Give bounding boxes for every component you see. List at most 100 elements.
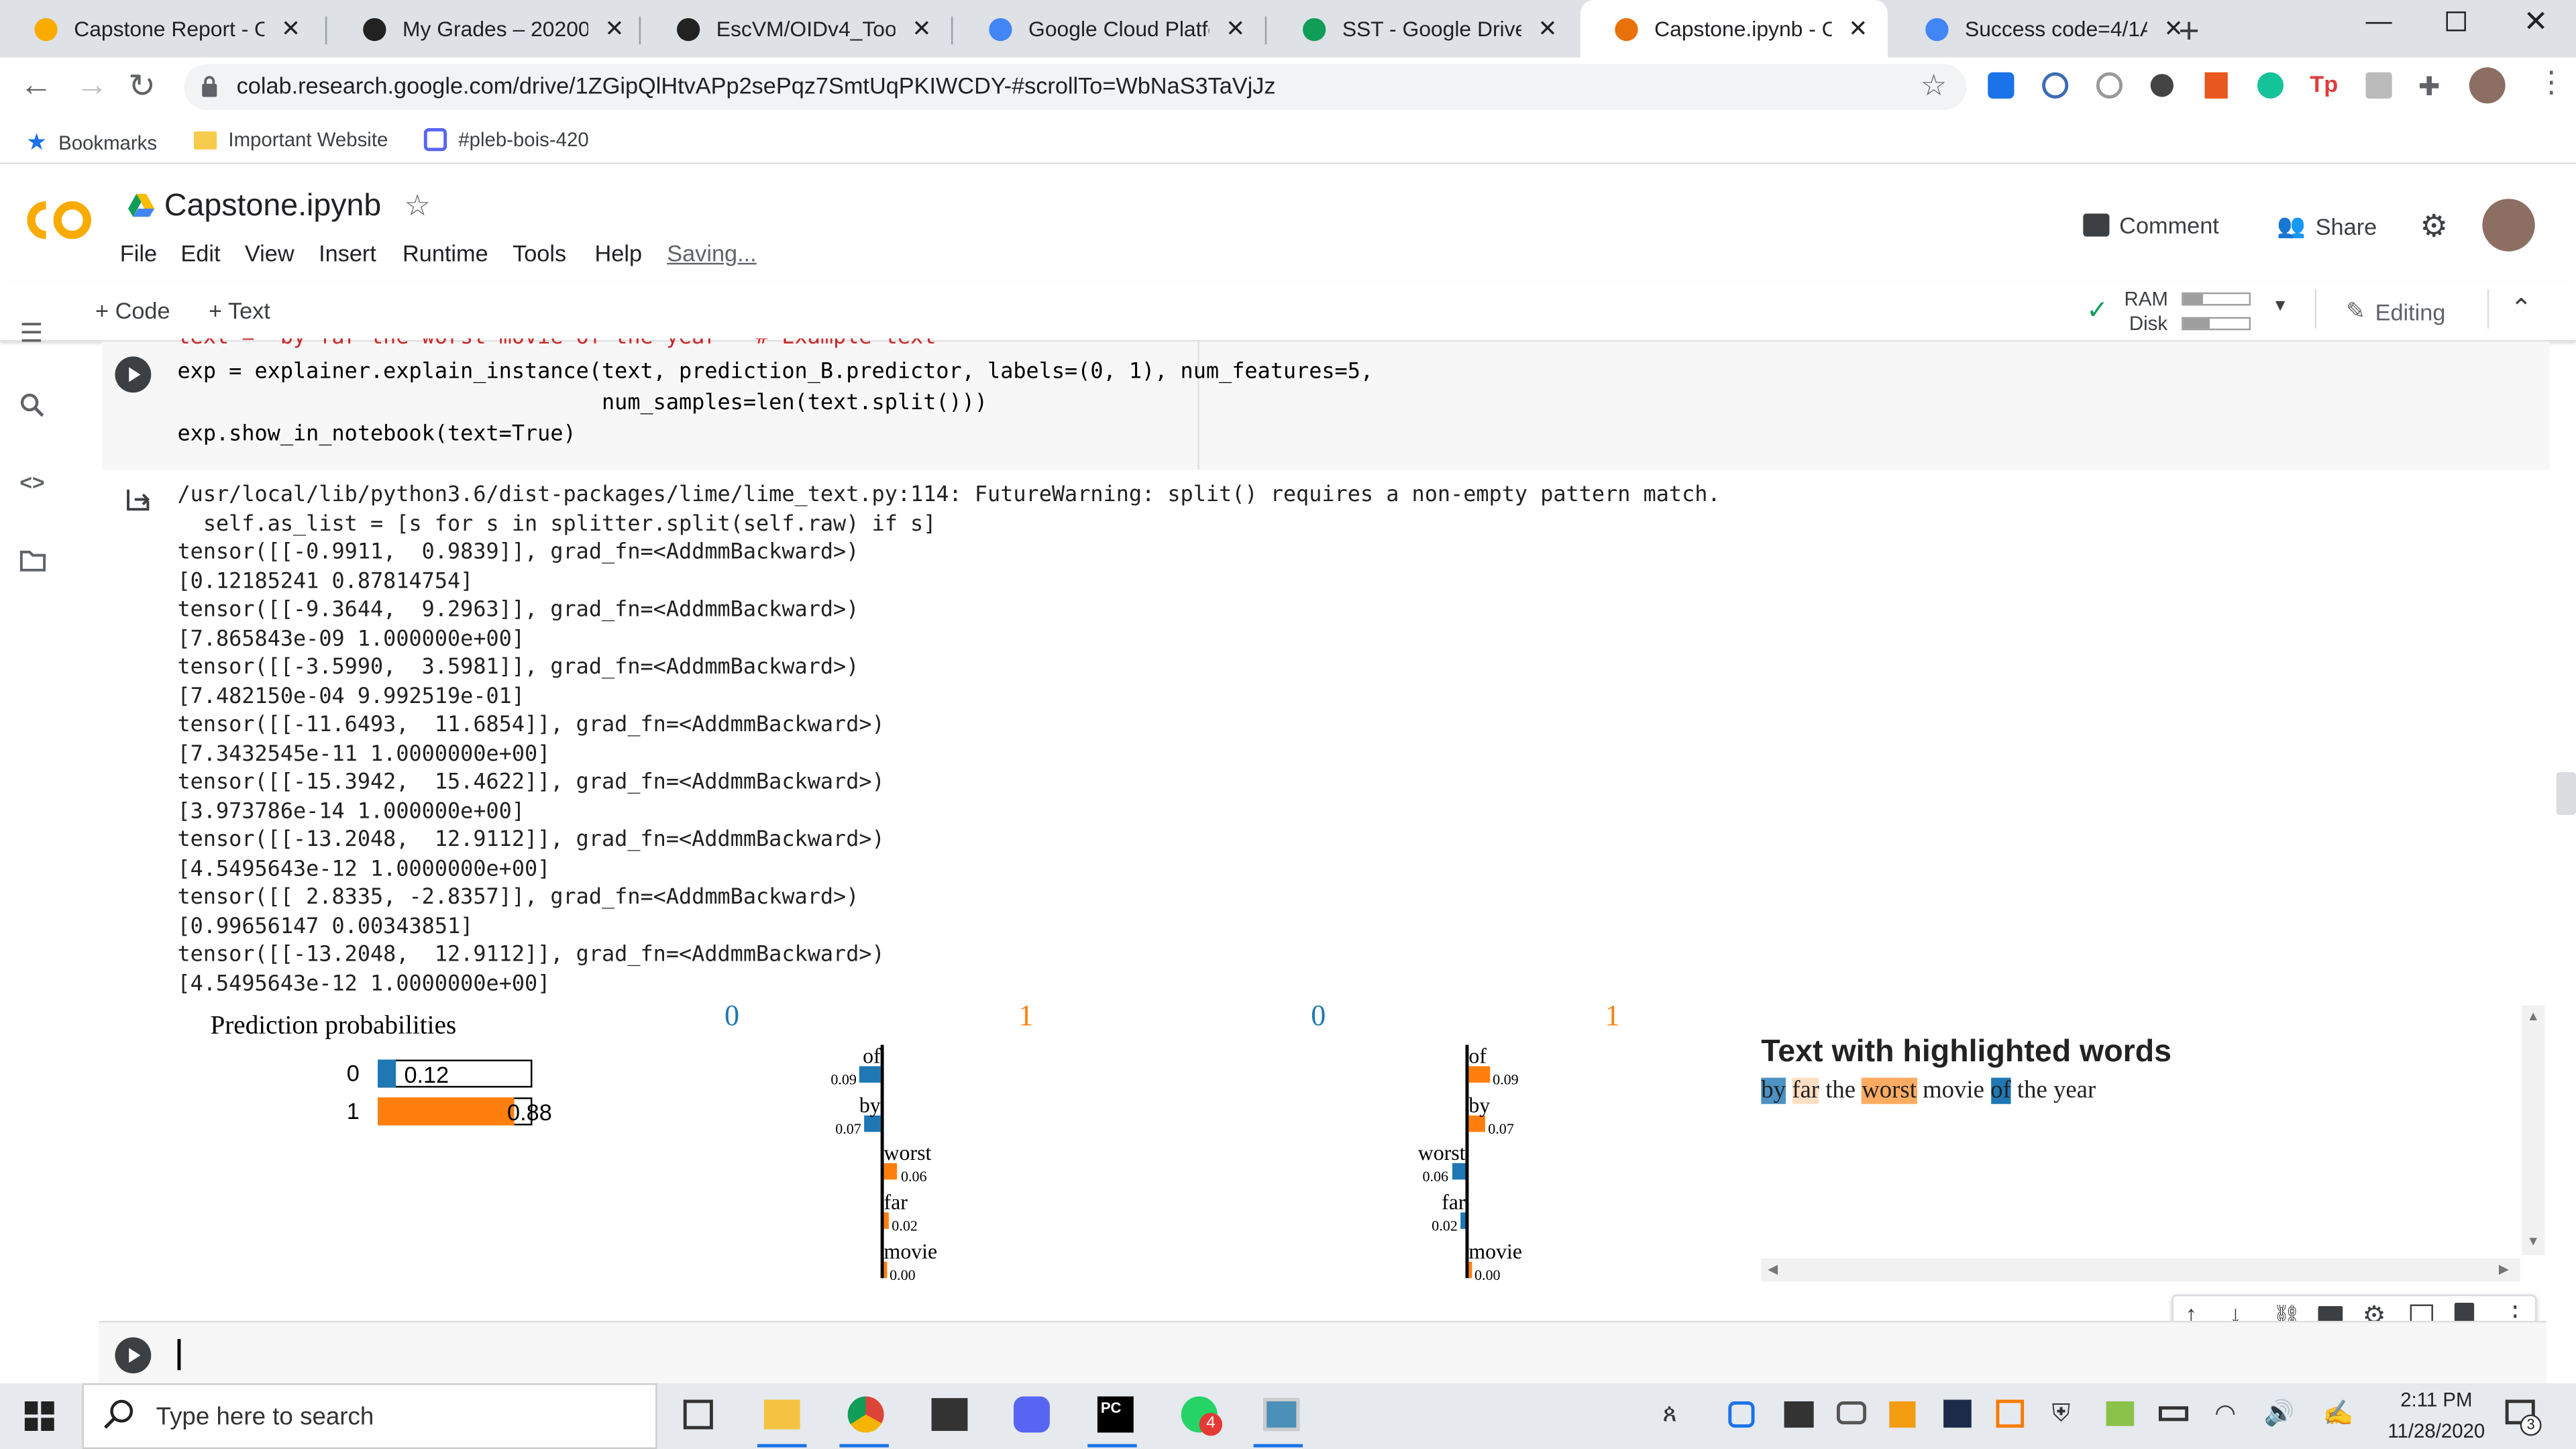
wifi-icon[interactable]: ◠: [2214, 1398, 2236, 1428]
menu-edit[interactable]: Edit: [180, 240, 220, 266]
scroll-left-arrow-icon[interactable]: ◀: [1768, 1262, 1778, 1277]
tab-1[interactable]: Capstone Report - Onli ✕: [0, 0, 321, 58]
tab-5[interactable]: SST - Google Drive ✕: [1269, 0, 1577, 58]
ram-meter[interactable]: [2182, 292, 2251, 306]
scroll-right-arrow-icon[interactable]: ▶: [2499, 1262, 2509, 1277]
tab-close-icon[interactable]: ✕: [1222, 15, 1248, 43]
active-app-indicator: [757, 1444, 807, 1448]
tray-app-icon-4[interactable]: [1996, 1399, 2025, 1428]
add-text-button[interactable]: + Text: [209, 297, 270, 323]
files-folder-icon[interactable]: [19, 549, 49, 578]
editing-mode-button[interactable]: ✎ Editing: [2346, 297, 2445, 325]
tab-close-icon[interactable]: ✕: [601, 15, 627, 43]
settings-gear-icon[interactable]: ⚙: [2420, 209, 2448, 246]
task-view-icon[interactable]: [683, 1399, 713, 1430]
extension-tp-icon[interactable]: Tp: [2310, 70, 2338, 97]
colab-logo-icon[interactable]: [23, 195, 95, 244]
scroll-down-arrow-icon[interactable]: ▼: [2527, 1234, 2540, 1248]
file-explorer-icon[interactable]: [763, 1399, 800, 1430]
tray-app-icon-3[interactable]: [1943, 1399, 1972, 1428]
clock-date[interactable]: 11/28/2020: [2372, 1419, 2500, 1442]
extension-circle-icon[interactable]: [2150, 74, 2174, 97]
star-notebook-icon[interactable]: ☆: [404, 189, 431, 223]
page-scrollbar-thumb[interactable]: [2556, 772, 2576, 815]
pycharm-taskbar-icon[interactable]: PC: [1097, 1396, 1134, 1433]
output-horizontal-scrollbar[interactable]: [1761, 1258, 2520, 1282]
disk-meter[interactable]: [2182, 317, 2251, 331]
collapse-header-icon[interactable]: ⌃: [2510, 292, 2532, 325]
chrome-menu-icon[interactable]: ⋮: [2536, 66, 2566, 100]
extension-honey-icon[interactable]: [2204, 72, 2228, 99]
nvidia-tray-icon[interactable]: [1784, 1401, 1814, 1428]
notebook-title[interactable]: Capstone.ipynb: [164, 189, 381, 225]
output-vertical-scrollbar[interactable]: [2522, 1005, 2545, 1256]
tray-app-icon-1[interactable]: [1728, 1401, 1755, 1428]
extension-block-icon[interactable]: [2042, 72, 2069, 99]
photos-taskbar-icon[interactable]: [1263, 1398, 1300, 1432]
run-new-cell-button[interactable]: [115, 1337, 152, 1374]
gamepad-tray-icon[interactable]: [1836, 1401, 1867, 1425]
new-code-cell[interactable]: [98, 1320, 2546, 1384]
reload-button[interactable]: ↻: [128, 66, 156, 107]
menu-file[interactable]: File: [120, 240, 157, 266]
code-snippets-icon[interactable]: <>: [19, 470, 49, 499]
bookmark-item-pleb[interactable]: #pleb-bois-420: [423, 128, 589, 152]
search-icon[interactable]: [19, 392, 49, 422]
extension-gray-icon[interactable]: [2365, 72, 2392, 99]
pen-tray-icon[interactable]: ✍: [2323, 1398, 2354, 1428]
bookmark-item-important[interactable]: Important Website: [193, 128, 388, 151]
clock-time[interactable]: 2:11 PM: [2379, 1388, 2493, 1411]
windows-start-icon[interactable]: [24, 1401, 54, 1432]
profile-avatar[interactable]: [2469, 67, 2506, 104]
close-window-button[interactable]: ✕: [2524, 5, 2548, 39]
tab-6[interactable]: Capstone.ipynb - Colab ✕: [1580, 0, 1888, 58]
people-tray-icon[interactable]: ጰ: [1662, 1400, 1677, 1428]
runtime-dropdown-icon[interactable]: ▼: [2272, 297, 2288, 315]
comment-button[interactable]: Comment: [2083, 212, 2219, 238]
add-code-button[interactable]: + Code: [95, 297, 170, 323]
extension-s-icon[interactable]: [1988, 72, 2015, 99]
tab-3[interactable]: EscVM/OIDv4_ToolKit ✕: [643, 0, 951, 58]
output-redirect-icon[interactable]: [125, 486, 151, 513]
store-taskbar-icon[interactable]: [931, 1398, 968, 1432]
url-text[interactable]: colab.research.google.com/drive/1ZGipQlH…: [237, 72, 1276, 99]
menu-view[interactable]: View: [245, 240, 294, 266]
new-tab-button[interactable]: +: [2178, 10, 2199, 53]
table-of-contents-icon[interactable]: ☰: [19, 317, 49, 349]
restore-button[interactable]: [2446, 11, 2466, 32]
menu-insert[interactable]: Insert: [319, 240, 376, 266]
tab-close-icon[interactable]: ✕: [1845, 15, 1871, 43]
volume-icon[interactable]: 🔊: [2264, 1398, 2295, 1428]
tab-close-icon[interactable]: ✕: [1534, 15, 1560, 43]
run-cell-button[interactable]: [115, 356, 152, 393]
extensions-puzzle-icon[interactable]: ✚: [2418, 70, 2440, 103]
grammarly-icon[interactable]: [2257, 72, 2284, 99]
menu-help[interactable]: Help: [595, 240, 643, 266]
chrome-taskbar-icon[interactable]: [847, 1396, 884, 1433]
tab-close-icon[interactable]: ✕: [908, 15, 934, 43]
forward-button[interactable]: →: [76, 67, 109, 105]
menu-tools[interactable]: Tools: [513, 240, 566, 266]
tab-4[interactable]: Google Cloud Platform ✕: [955, 0, 1265, 58]
tab-2[interactable]: My Grades – 202003_NL ✕: [329, 0, 644, 58]
tab-7[interactable]: Success code=4/1AY0e✕: [1891, 0, 2203, 58]
tray-app-icon-5[interactable]: [2106, 1401, 2135, 1426]
bookmark-item-bookmarks[interactable]: ★ Bookmarks: [26, 128, 157, 156]
user-avatar[interactable]: [2482, 199, 2535, 252]
output-line: [0.99656147 0.00343851]: [177, 914, 474, 939]
extension-loop-icon[interactable]: [2096, 72, 2123, 99]
tray-app-icon-2[interactable]: [1889, 1401, 1916, 1428]
share-button[interactable]: 👥 Share: [2277, 212, 2377, 240]
tab-close-icon[interactable]: ✕: [278, 15, 304, 43]
discord-taskbar-icon[interactable]: [1014, 1396, 1050, 1433]
scroll-up-arrow-icon[interactable]: ▲: [2527, 1009, 2540, 1024]
battery-icon[interactable]: [2158, 1406, 2189, 1421]
menu-runtime[interactable]: Runtime: [402, 240, 488, 266]
back-button[interactable]: ←: [19, 67, 52, 105]
output-line: tensor([[-11.6493, 11.6854]], grad_fn=<A…: [177, 712, 885, 738]
shield-tray-icon[interactable]: ⛨: [2052, 1400, 2071, 1428]
feature-word: worst: [1417, 1140, 1466, 1166]
minimize-button[interactable]: —: [2366, 8, 2392, 38]
bookmark-star-icon[interactable]: ☆: [1921, 69, 1947, 103]
highlight-title: Text with highlighted words: [1761, 1034, 2172, 1070]
